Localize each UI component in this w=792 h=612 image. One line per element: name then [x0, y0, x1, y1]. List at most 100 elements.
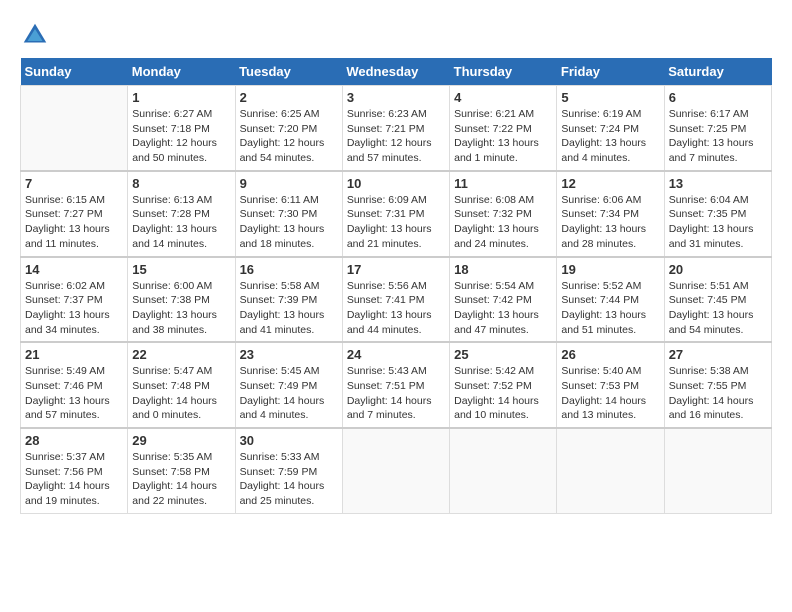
- calendar-cell: 23Sunrise: 5:45 AMSunset: 7:49 PMDayligh…: [235, 342, 342, 428]
- calendar-header-row: SundayMondayTuesdayWednesdayThursdayFrid…: [21, 58, 772, 86]
- day-number: 7: [25, 176, 123, 191]
- day-info: Sunrise: 6:08 AMSunset: 7:32 PMDaylight:…: [454, 193, 552, 252]
- day-info: Sunrise: 6:27 AMSunset: 7:18 PMDaylight:…: [132, 107, 230, 166]
- day-info: Sunrise: 5:43 AMSunset: 7:51 PMDaylight:…: [347, 364, 445, 423]
- day-info: Sunrise: 6:11 AMSunset: 7:30 PMDaylight:…: [240, 193, 338, 252]
- calendar-cell: 4 Sunrise: 6:21 AMSunset: 7:22 PMDaylight…: [450, 86, 557, 171]
- week-row-1: 7Sunrise: 6:15 AMSunset: 7:27 PMDaylight…: [21, 171, 772, 257]
- day-number: 15: [132, 262, 230, 277]
- day-info: Sunrise: 6:06 AMSunset: 7:34 PMDaylight:…: [561, 193, 659, 252]
- day-number: 2: [240, 90, 338, 105]
- day-info: Sunrise: 5:38 AMSunset: 7:55 PMDaylight:…: [669, 364, 767, 423]
- day-number: 1: [132, 90, 230, 105]
- day-number: 12: [561, 176, 659, 191]
- calendar-cell: 2 Sunrise: 6:25 AMSunset: 7:20 PMDaylight…: [235, 86, 342, 171]
- day-number: 22: [132, 347, 230, 362]
- day-info: Sunrise: 5:51 AMSunset: 7:45 PMDaylight:…: [669, 279, 767, 338]
- day-info: Sunrise: 5:35 AMSunset: 7:58 PMDaylight:…: [132, 450, 230, 509]
- calendar-cell: 14 Sunrise: 6:02 AMSunset: 7:37 PMDayligh…: [21, 257, 128, 343]
- calendar-cell: 5 Sunrise: 6:19 AMSunset: 7:24 PMDaylight…: [557, 86, 664, 171]
- calendar-cell: 9 Sunrise: 6:11 AMSunset: 7:30 PMDaylight…: [235, 171, 342, 257]
- header-friday: Friday: [557, 58, 664, 86]
- day-info: Sunrise: 5:47 AMSunset: 7:48 PMDaylight:…: [132, 364, 230, 423]
- calendar-cell: 7Sunrise: 6:15 AMSunset: 7:27 PMDaylight…: [21, 171, 128, 257]
- day-number: 11: [454, 176, 552, 191]
- header-sunday: Sunday: [21, 58, 128, 86]
- day-number: 18: [454, 262, 552, 277]
- day-info: Sunrise: 5:58 AMSunset: 7:39 PMDaylight:…: [240, 279, 338, 338]
- day-number: 30: [240, 433, 338, 448]
- day-number: 9: [240, 176, 338, 191]
- logo: [20, 20, 54, 50]
- calendar-cell: 15 Sunrise: 6:00 AMSunset: 7:38 PMDayligh…: [128, 257, 235, 343]
- day-number: 21: [25, 347, 123, 362]
- calendar-cell: 25 Sunrise: 5:42 AMSunset: 7:52 PMDayligh…: [450, 342, 557, 428]
- calendar-cell: 6 Sunrise: 6:17 AMSunset: 7:25 PMDaylight…: [664, 86, 771, 171]
- week-row-0: 1 Sunrise: 6:27 AMSunset: 7:18 PMDaylight…: [21, 86, 772, 171]
- calendar-cell: 11 Sunrise: 6:08 AMSunset: 7:32 PMDayligh…: [450, 171, 557, 257]
- day-number: 4: [454, 90, 552, 105]
- calendar-cell: 19 Sunrise: 5:52 AMSunset: 7:44 PMDayligh…: [557, 257, 664, 343]
- day-number: 26: [561, 347, 659, 362]
- calendar-cell: 21 Sunrise: 5:49 AMSunset: 7:46 PMDayligh…: [21, 342, 128, 428]
- day-info: Sunrise: 5:42 AMSunset: 7:52 PMDaylight:…: [454, 364, 552, 423]
- day-info: Sunrise: 6:21 AMSunset: 7:22 PMDaylight:…: [454, 107, 552, 166]
- header-wednesday: Wednesday: [342, 58, 449, 86]
- calendar-cell: 27Sunrise: 5:38 AMSunset: 7:55 PMDayligh…: [664, 342, 771, 428]
- day-number: 25: [454, 347, 552, 362]
- week-row-2: 14 Sunrise: 6:02 AMSunset: 7:37 PMDayligh…: [21, 257, 772, 343]
- day-number: 19: [561, 262, 659, 277]
- calendar-cell: 3 Sunrise: 6:23 AMSunset: 7:21 PMDaylight…: [342, 86, 449, 171]
- week-row-3: 21 Sunrise: 5:49 AMSunset: 7:46 PMDayligh…: [21, 342, 772, 428]
- logo-icon: [20, 20, 50, 50]
- calendar-table: SundayMondayTuesdayWednesdayThursdayFrid…: [20, 58, 772, 514]
- day-number: 6: [669, 90, 767, 105]
- calendar-cell: [21, 86, 128, 171]
- day-number: 10: [347, 176, 445, 191]
- calendar-cell: 1 Sunrise: 6:27 AMSunset: 7:18 PMDaylight…: [128, 86, 235, 171]
- calendar-cell: 18Sunrise: 5:54 AMSunset: 7:42 PMDayligh…: [450, 257, 557, 343]
- day-info: Sunrise: 6:19 AMSunset: 7:24 PMDaylight:…: [561, 107, 659, 166]
- calendar-cell: 8Sunrise: 6:13 AMSunset: 7:28 PMDaylight…: [128, 171, 235, 257]
- page-header: [20, 20, 772, 50]
- calendar-cell: 24 Sunrise: 5:43 AMSunset: 7:51 PMDayligh…: [342, 342, 449, 428]
- day-number: 13: [669, 176, 767, 191]
- day-info: Sunrise: 6:25 AMSunset: 7:20 PMDaylight:…: [240, 107, 338, 166]
- calendar-cell: [557, 428, 664, 513]
- day-info: Sunrise: 6:04 AMSunset: 7:35 PMDaylight:…: [669, 193, 767, 252]
- day-info: Sunrise: 6:00 AMSunset: 7:38 PMDaylight:…: [132, 279, 230, 338]
- calendar-cell: [342, 428, 449, 513]
- day-info: Sunrise: 5:33 AMSunset: 7:59 PMDaylight:…: [240, 450, 338, 509]
- calendar-cell: 13 Sunrise: 6:04 AMSunset: 7:35 PMDayligh…: [664, 171, 771, 257]
- day-info: Sunrise: 6:17 AMSunset: 7:25 PMDaylight:…: [669, 107, 767, 166]
- day-number: 20: [669, 262, 767, 277]
- day-info: Sunrise: 6:02 AMSunset: 7:37 PMDaylight:…: [25, 279, 123, 338]
- day-info: Sunrise: 6:09 AMSunset: 7:31 PMDaylight:…: [347, 193, 445, 252]
- header-saturday: Saturday: [664, 58, 771, 86]
- week-row-4: 28 Sunrise: 5:37 AMSunset: 7:56 PMDayligh…: [21, 428, 772, 513]
- day-info: Sunrise: 5:37 AMSunset: 7:56 PMDaylight:…: [25, 450, 123, 509]
- calendar-cell: 10 Sunrise: 6:09 AMSunset: 7:31 PMDayligh…: [342, 171, 449, 257]
- day-info: Sunrise: 5:40 AMSunset: 7:53 PMDaylight:…: [561, 364, 659, 423]
- day-number: 3: [347, 90, 445, 105]
- day-info: Sunrise: 6:23 AMSunset: 7:21 PMDaylight:…: [347, 107, 445, 166]
- header-tuesday: Tuesday: [235, 58, 342, 86]
- day-number: 24: [347, 347, 445, 362]
- calendar-cell: 17Sunrise: 5:56 AMSunset: 7:41 PMDayligh…: [342, 257, 449, 343]
- day-info: Sunrise: 5:49 AMSunset: 7:46 PMDaylight:…: [25, 364, 123, 423]
- calendar-cell: [450, 428, 557, 513]
- header-thursday: Thursday: [450, 58, 557, 86]
- day-info: Sunrise: 5:52 AMSunset: 7:44 PMDaylight:…: [561, 279, 659, 338]
- calendar-cell: 22 Sunrise: 5:47 AMSunset: 7:48 PMDayligh…: [128, 342, 235, 428]
- day-info: Sunrise: 5:56 AMSunset: 7:41 PMDaylight:…: [347, 279, 445, 338]
- day-number: 5: [561, 90, 659, 105]
- calendar-cell: 29Sunrise: 5:35 AMSunset: 7:58 PMDayligh…: [128, 428, 235, 513]
- day-number: 28: [25, 433, 123, 448]
- calendar-cell: 26 Sunrise: 5:40 AMSunset: 7:53 PMDayligh…: [557, 342, 664, 428]
- calendar-cell: 12 Sunrise: 6:06 AMSunset: 7:34 PMDayligh…: [557, 171, 664, 257]
- day-info: Sunrise: 6:13 AMSunset: 7:28 PMDaylight:…: [132, 193, 230, 252]
- calendar-cell: 20 Sunrise: 5:51 AMSunset: 7:45 PMDayligh…: [664, 257, 771, 343]
- calendar-cell: [664, 428, 771, 513]
- day-number: 23: [240, 347, 338, 362]
- day-number: 14: [25, 262, 123, 277]
